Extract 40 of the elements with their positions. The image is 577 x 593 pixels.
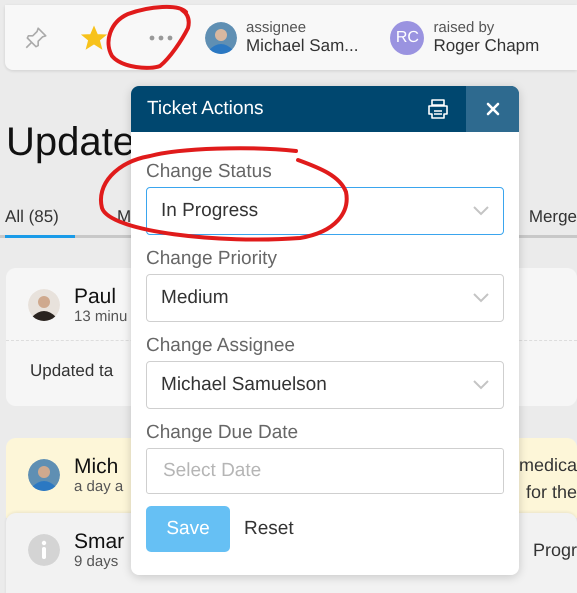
tab[interactable]: All (85) (5, 201, 75, 238)
author-name: Smar (74, 530, 124, 554)
initials-avatar: RC (390, 20, 424, 54)
tab[interactable]: Merge (528, 201, 577, 235)
activity-text: Progr (532, 539, 577, 562)
reset-button[interactable]: Reset (244, 518, 294, 540)
field-label: Change Due Date (146, 421, 300, 445)
chevron-icon (473, 293, 489, 303)
printer-icon[interactable] (426, 97, 450, 121)
raised-by-name: Roger Chapm (433, 36, 540, 56)
author-name: Mich (74, 455, 120, 479)
dropdown-field[interactable]: Michael Samuelson (146, 361, 504, 409)
activity-text: Updated ta (30, 361, 114, 380)
date-field[interactable]: Select Date (146, 448, 504, 494)
avatar (28, 289, 60, 321)
close-icon[interactable] (486, 102, 500, 116)
assignee-name: Michael Sam... (246, 36, 358, 56)
more-icon[interactable] (149, 34, 173, 40)
activity-text: medica (518, 454, 577, 477)
timestamp: a day a (74, 479, 124, 495)
close-button[interactable] (466, 86, 519, 132)
info-icon (28, 534, 60, 566)
star-icon[interactable] (81, 24, 107, 50)
field-label: Change Priority (146, 247, 278, 271)
dialog-title: Ticket Actions (147, 98, 265, 120)
chevron-icon (473, 206, 489, 216)
raised-by-label: raised by (433, 19, 496, 36)
avatar (205, 22, 237, 54)
dropdown-field[interactable]: In Progress (146, 187, 504, 235)
avatar (28, 459, 60, 491)
author-name: Paul (74, 285, 118, 309)
timestamp: 9 days (74, 554, 120, 570)
activity-text: for the (526, 481, 577, 504)
chevron-icon (473, 380, 489, 390)
field-label: Change Status (146, 160, 273, 184)
field-label: Change Assignee (146, 334, 296, 358)
timestamp: 13 minu (74, 309, 128, 325)
page-heading: Update (6, 119, 135, 166)
dropdown-field[interactable]: Medium (146, 274, 504, 322)
assignee-label: assignee (246, 19, 308, 36)
